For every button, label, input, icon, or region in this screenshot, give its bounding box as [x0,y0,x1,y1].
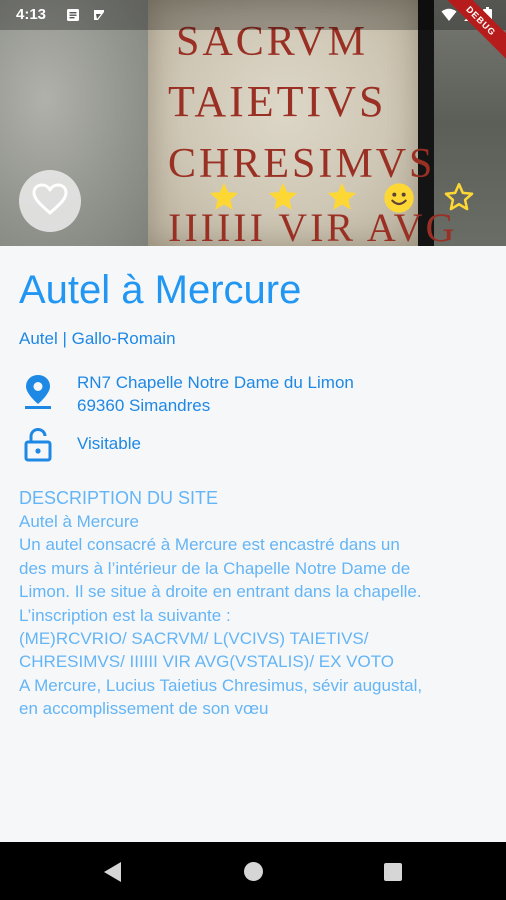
description-line: des murs à l’intérieur de la Chapelle No… [19,558,411,578]
hero-image: SACRVM TAIETIVS CHRESIMVS IIIIII VIR AVG… [0,0,506,246]
description-line: A Mercure, Lucius Taietius Chresimus, sé… [19,675,423,695]
description-line: (ME)RCVRIO/ SACRVM/ L(VCIVS) TAIETIVS/ [19,629,369,649]
site-detail: Autel à Mercure Autel | Gallo-Romain RN7… [0,246,506,842]
smiley-icon[interactable] [383,182,415,219]
back-icon[interactable] [103,861,123,888]
inbox-icon [92,8,106,27]
star-filled-icon[interactable] [207,180,241,219]
message-icon [66,8,80,27]
description-line: L’inscription est la suivante : [19,605,231,625]
description-section: DESCRIPTION DU SITE Autel à Mercure Un a… [19,486,489,721]
description-line: Un autel consacré à Mercure est encastré… [19,535,400,555]
star-outline-icon[interactable] [442,180,476,219]
status-time: 4:13 [16,6,47,23]
recents-icon[interactable] [384,863,402,881]
access-status: Visitable [77,434,141,453]
site-address[interactable]: RN7 Chapelle Notre Dame du Limon 69360 S… [77,371,354,417]
status-bar: 4:13 [0,0,506,30]
system-nav-bar [0,842,506,900]
wifi-icon [441,8,457,27]
address-line: RN7 Chapelle Notre Dame du Limon [77,373,354,392]
home-icon[interactable] [244,862,263,881]
star-filled-icon[interactable] [325,180,359,219]
description-line: CHRESIMVS/ IIIIII VIR AVG(VSTALIS)/ EX V… [19,652,395,672]
description-line: Autel à Mercure [19,512,139,531]
address-line: 69360 Simandres [77,396,211,415]
rating-bar [0,180,506,220]
description-heading: DESCRIPTION DU SITE [19,488,219,508]
inscription-line: TAIETIVS [168,77,387,126]
description-line: Limon. Il se situe à droite en entrant d… [19,582,422,602]
site-category: Autel | Gallo-Romain [19,329,176,348]
description-line: en accomplissement de son vœu [19,699,269,719]
star-filled-icon[interactable] [266,180,300,219]
lock-open-icon [24,427,52,467]
location-pin-icon [24,374,52,415]
page-title: Autel à Mercure [19,268,302,312]
